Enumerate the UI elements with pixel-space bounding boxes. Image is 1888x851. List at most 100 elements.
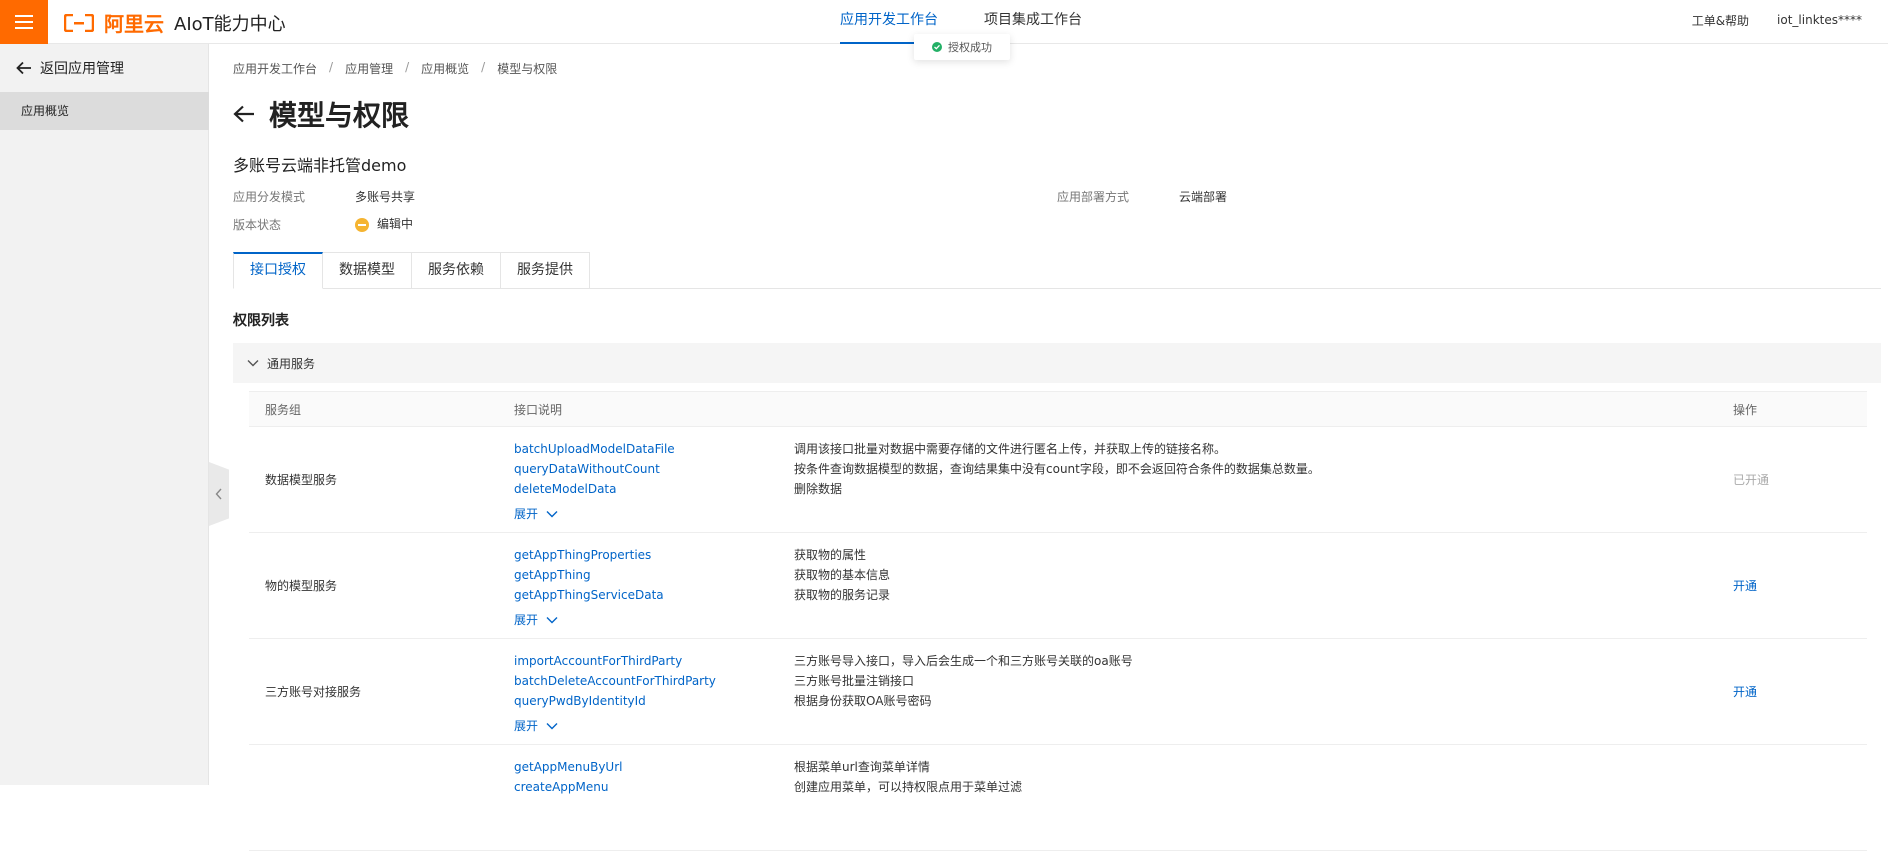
- arrow-left-icon: [16, 61, 31, 75]
- breadcrumb-item[interactable]: 应用概览: [421, 60, 469, 77]
- group-title: 通用服务: [267, 356, 316, 371]
- expand-label: 展开: [514, 719, 539, 733]
- service-group-name: 物的模型服务: [265, 579, 338, 593]
- back-arrow-icon[interactable]: [233, 105, 255, 123]
- desc-list: 调用该接口批量对数据中需要存储的文件进行匿名上传，并获取上传的链接名称。 按条件…: [794, 439, 1320, 499]
- api-link[interactable]: importAccountForThirdParty: [514, 651, 716, 671]
- api-description: 删除数据: [794, 482, 843, 496]
- activate-button[interactable]: 开通: [1733, 533, 1757, 639]
- api-description: 创建应用菜单，可以持权限点用于菜单过滤: [794, 780, 1023, 794]
- chevron-down-icon: [546, 510, 558, 517]
- api-description: 获取物的基本信息: [794, 568, 891, 582]
- api-link[interactable]: getAppThingProperties: [514, 545, 664, 565]
- api-description: 三方账号导入接口，导入后会生成一个和三方账号关联的oa账号: [794, 654, 1133, 668]
- api-description: 根据菜单url查询菜单详情: [794, 760, 930, 774]
- tab-service-dependency[interactable]: 服务依赖: [412, 252, 501, 289]
- api-link[interactable]: queryPwdByIdentityId: [514, 691, 716, 711]
- title-row: 模型与权限: [233, 94, 409, 134]
- user-account[interactable]: iot_linktes****: [1777, 13, 1862, 27]
- api-link[interactable]: deleteModelData: [514, 479, 675, 499]
- chevron-down-icon: [247, 360, 259, 367]
- chevron-down-icon: [546, 722, 558, 729]
- top-right-actions: 工单&帮助 iot_linktes****: [1692, 0, 1862, 40]
- status-text: 编辑中: [377, 217, 414, 231]
- activate-button[interactable]: 开通: [1733, 639, 1757, 745]
- col-header-api-desc: 接口说明: [514, 403, 563, 417]
- expand-button[interactable]: 展开: [514, 611, 558, 628]
- tab-service-provision[interactable]: 服务提供: [501, 252, 590, 289]
- action-opened-status: 已开通: [1733, 473, 1770, 487]
- sidebar: 返回应用管理 应用概览: [0, 44, 209, 785]
- expand-button[interactable]: 展开: [514, 717, 558, 734]
- chevron-down-icon: [546, 616, 558, 623]
- back-label: 返回应用管理: [40, 61, 124, 77]
- api-link[interactable]: batchDeleteAccountForThirdParty: [514, 671, 716, 691]
- col-header-service-group: 服务组: [265, 403, 302, 417]
- expand-label: 展开: [514, 613, 539, 627]
- chevron-left-icon: [215, 488, 222, 500]
- deploy-mode-value: 云端部署: [1179, 190, 1228, 204]
- api-link[interactable]: batchUploadModelDataFile: [514, 439, 675, 459]
- table-row: 物的模型服务 getAppThingProperties getAppThing…: [249, 533, 1867, 639]
- breadcrumb-item-current: 模型与权限: [497, 62, 558, 76]
- api-link[interactable]: getAppMenuByUrl: [514, 757, 622, 777]
- api-description: 按条件查询数据模型的数据，查询结果集中没有count字段，即不会返回符合条件的数…: [794, 462, 1320, 476]
- toast-message: 授权成功: [948, 41, 992, 54]
- logo-text: 阿里云: [104, 12, 164, 36]
- service-group-name: 数据模型服务: [265, 473, 338, 487]
- product-name: AIoT能力中心: [174, 13, 286, 35]
- check-circle-icon: [932, 42, 942, 52]
- table-header: 服务组 接口说明 操作: [249, 391, 1867, 427]
- sidebar-item-app-overview[interactable]: 应用概览: [0, 92, 209, 130]
- collapse-group-header[interactable]: 通用服务: [233, 343, 1881, 383]
- api-description: 根据身份获取OA账号密码: [794, 694, 932, 708]
- brand-logo[interactable]: 阿里云 AIoT能力中心: [64, 8, 286, 37]
- menu-icon: [15, 15, 33, 29]
- breadcrumb-separator: /: [329, 60, 334, 74]
- editing-status-icon: [355, 217, 369, 232]
- api-description: 三方账号批量注销接口: [794, 674, 915, 688]
- api-link[interactable]: queryDataWithoutCount: [514, 459, 675, 479]
- breadcrumb-item[interactable]: 应用管理: [345, 60, 393, 77]
- tab-data-model[interactable]: 数据模型: [323, 252, 412, 289]
- page-title: 模型与权限: [269, 99, 410, 132]
- desc-list: 获取物的属性 获取物的基本信息 获取物的服务记录: [794, 545, 890, 605]
- permission-table: 服务组 接口说明 操作 数据模型服务 batchUploadModelDataF…: [249, 391, 1867, 851]
- breadcrumb-item[interactable]: 应用开发工作台: [233, 60, 317, 77]
- api-description: 调用该接口批量对数据中需要存储的文件进行匿名上传，并获取上传的链接名称。: [794, 442, 1227, 456]
- app-name: 多账号云端非托管demo: [233, 156, 407, 175]
- help-link[interactable]: 工单&帮助: [1692, 12, 1749, 29]
- success-toast: 授权成功: [914, 34, 1010, 60]
- api-list: getAppMenuByUrl createAppMenu: [514, 757, 622, 797]
- breadcrumb-separator: /: [405, 60, 410, 74]
- expand-button[interactable]: 展开: [514, 505, 558, 522]
- dist-mode-value: 多账号共享: [355, 190, 416, 204]
- deploy-mode-label: 应用部署方式: [1057, 190, 1130, 204]
- desc-list: 根据菜单url查询菜单详情 创建应用菜单，可以持权限点用于菜单过滤: [794, 757, 1022, 797]
- api-link[interactable]: getAppThing: [514, 565, 664, 585]
- api-link[interactable]: createAppMenu: [514, 777, 622, 797]
- api-description: 获取物的属性: [794, 548, 867, 562]
- breadcrumb: 应用开发工作台 / 应用管理 / 应用概览 / 模型与权限: [233, 60, 557, 77]
- version-status-value: 编辑中: [355, 215, 413, 232]
- expand-label: 展开: [514, 507, 539, 521]
- api-description: 获取物的服务记录: [794, 588, 891, 602]
- breadcrumb-separator: /: [481, 60, 486, 74]
- tab-api-authorization[interactable]: 接口授权: [233, 252, 323, 289]
- desc-list: 三方账号导入接口，导入后会生成一个和三方账号关联的oa账号 三方账号批量注销接口…: [794, 651, 1133, 711]
- hamburger-menu-button[interactable]: [0, 0, 48, 44]
- table-row: 数据模型服务 batchUploadModelDataFile queryDat…: [249, 427, 1867, 533]
- api-link[interactable]: getAppThingServiceData: [514, 585, 664, 605]
- section-title: 权限列表: [233, 313, 289, 329]
- table-row: getAppMenuByUrl createAppMenu 根据菜单url查询菜…: [249, 745, 1867, 851]
- api-list: batchUploadModelDataFile queryDataWithou…: [514, 439, 675, 499]
- table-row: 三方账号对接服务 importAccountForThirdParty batc…: [249, 639, 1867, 745]
- col-header-action: 操作: [1733, 403, 1758, 417]
- version-status-label: 版本状态: [233, 218, 282, 232]
- content-tabs: 接口授权 数据模型 服务依赖 服务提供: [233, 252, 1881, 289]
- back-to-app-management-link[interactable]: 返回应用管理: [16, 58, 124, 78]
- aliyun-logo-icon: [64, 13, 94, 32]
- service-group-name: 三方账号对接服务: [265, 685, 362, 699]
- api-list: importAccountForThirdParty batchDeleteAc…: [514, 651, 716, 711]
- sidebar-collapse-handle[interactable]: [209, 462, 229, 526]
